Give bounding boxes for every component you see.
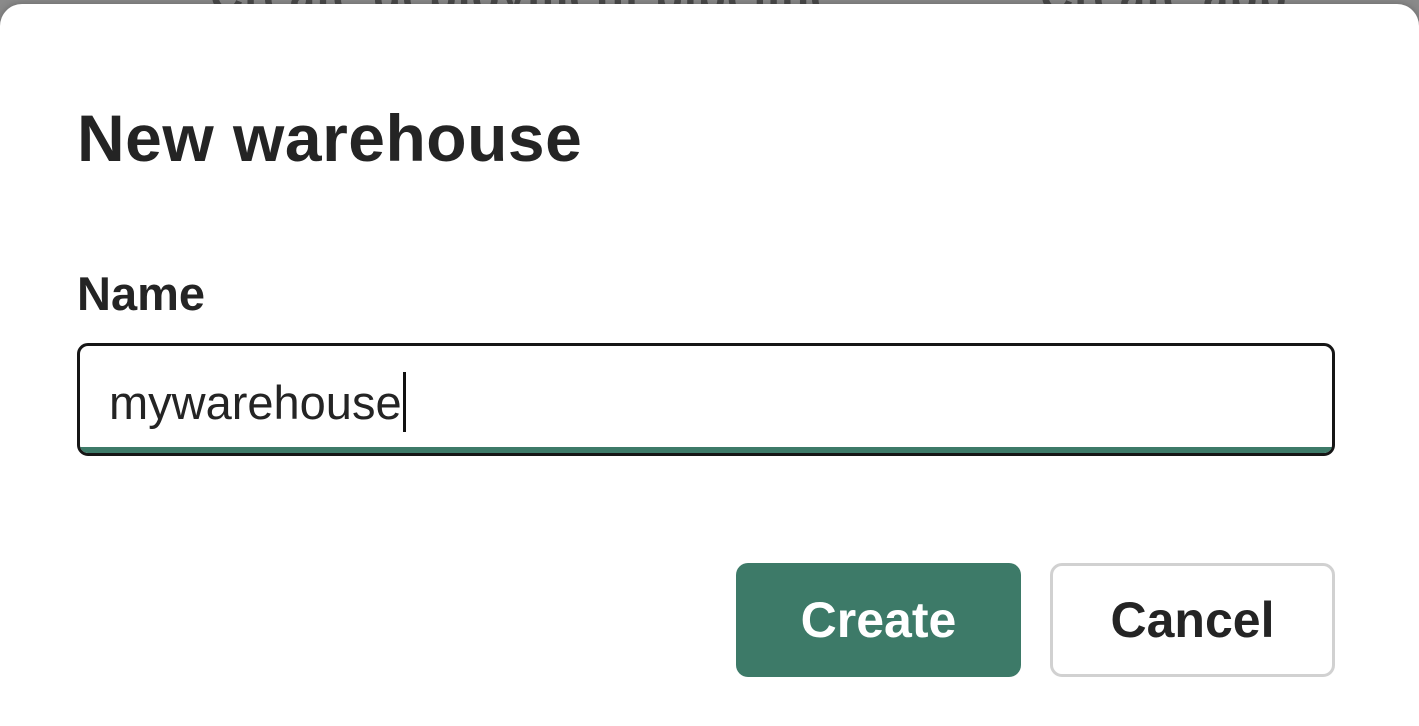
name-input[interactable]: mywarehouse	[77, 343, 1335, 456]
create-button[interactable]: Create	[736, 563, 1021, 677]
cancel-button[interactable]: Cancel	[1050, 563, 1335, 677]
name-input-value-container: mywarehouse	[109, 372, 406, 432]
text-caret	[402, 372, 406, 432]
name-input-value: mywarehouse	[109, 375, 402, 429]
name-label: Name	[77, 267, 206, 320]
new-warehouse-dialog: New warehouse Name mywarehouse Create Ca…	[0, 4, 1419, 726]
dialog-title: New warehouse	[77, 101, 583, 175]
